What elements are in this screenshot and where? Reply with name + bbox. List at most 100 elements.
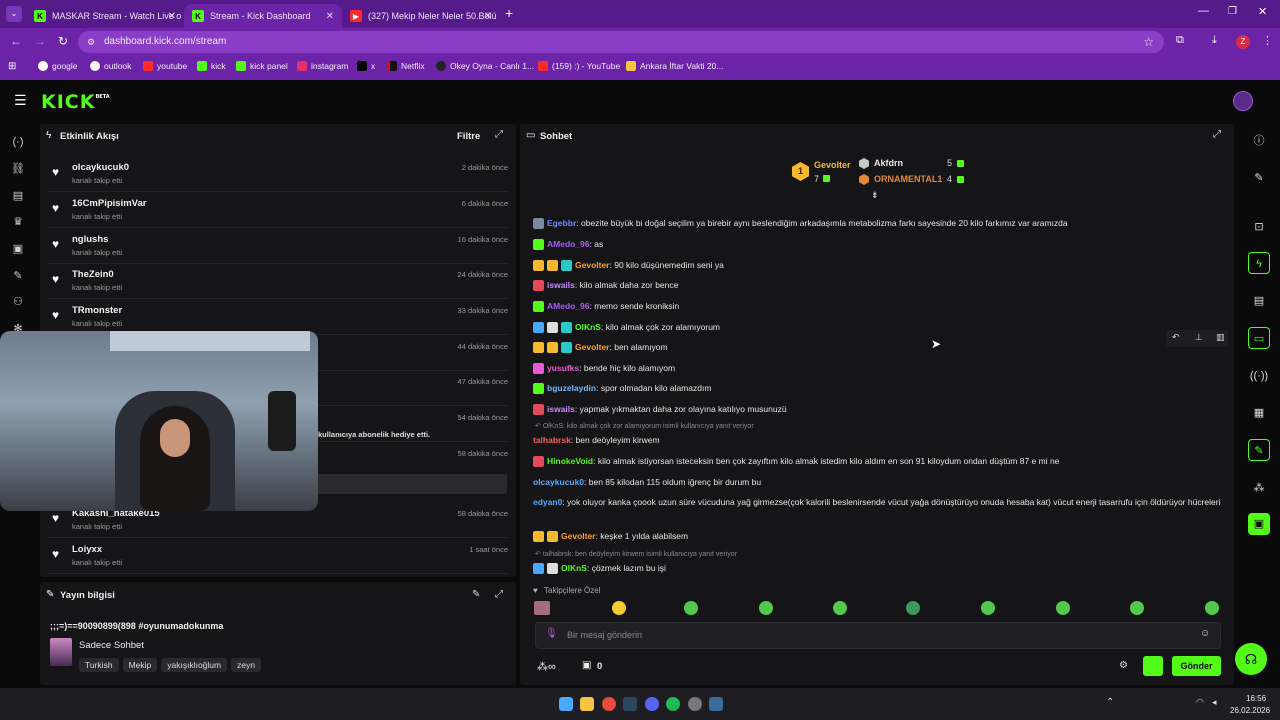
chat-message[interactable]: edyan0: yok oluyor kanka çoook uzun süre… xyxy=(533,495,1223,509)
activity-event[interactable]: ♥ 16CmPipisimVar kanalı takip etti 6 dakika… xyxy=(48,194,508,229)
bookmark-instagram[interactable]: instagram xyxy=(297,61,348,71)
download-icon[interactable]: ⤓ xyxy=(1212,34,1217,47)
emote-item[interactable] xyxy=(1205,601,1219,615)
emote-item[interactable] xyxy=(981,601,995,615)
chat-username[interactable]: AMedo_96 xyxy=(547,301,590,311)
clock-time[interactable]: 16:56 xyxy=(1246,694,1266,703)
start-icon[interactable] xyxy=(559,697,573,711)
filter-button[interactable]: Filtre xyxy=(457,131,480,142)
popout-icon[interactable]: ⤢ xyxy=(1213,129,1221,140)
analytics-icon[interactable]: ▤ xyxy=(10,188,26,204)
community-icon[interactable]: ⁂ xyxy=(1248,477,1270,499)
wifi-icon[interactable]: ◠ xyxy=(1196,697,1204,708)
emote-item[interactable] xyxy=(759,601,773,615)
event-username[interactable]: 16CmPipisimVar xyxy=(72,198,146,209)
category-name[interactable]: Sadece Sohbet xyxy=(79,640,144,651)
emote-item[interactable] xyxy=(612,601,626,615)
activity-event[interactable]: ♥ nglushs kanalı takip etti 16 dakika önce xyxy=(48,230,508,265)
discord-icon[interactable] xyxy=(645,697,659,711)
quick-actions-icon[interactable]: ϟ xyxy=(1248,252,1270,274)
pin-icon[interactable]: ⊥ xyxy=(1195,332,1203,343)
quick-emote-button[interactable] xyxy=(1143,656,1163,676)
extension-icon[interactable]: ▣ xyxy=(1248,513,1270,535)
chat-username[interactable]: HinokeVoid xyxy=(547,456,593,466)
bookmark-kick[interactable]: kick xyxy=(197,61,226,71)
chat-username[interactable]: Gevolter xyxy=(561,531,596,541)
emote-item[interactable] xyxy=(684,601,698,615)
send-button[interactable]: Gönder xyxy=(1172,656,1221,676)
emote-item[interactable] xyxy=(833,601,847,615)
leaderboard-third-name[interactable]: ORNAMENTAL1 xyxy=(874,174,942,184)
event-username[interactable]: Loiyxx xyxy=(72,544,102,555)
kick-logo[interactable]: KICKBETA xyxy=(41,91,110,113)
emote-item[interactable] xyxy=(1056,601,1070,615)
expand-leaderboard-icon[interactable]: ⇟ xyxy=(871,190,879,201)
chat-message[interactable]: AMedo_96: as xyxy=(533,237,1223,251)
emoji-icon[interactable]: ☺ xyxy=(1200,628,1210,639)
emote-avatar[interactable] xyxy=(534,601,550,615)
profile-avatar[interactable]: Z xyxy=(1236,35,1250,49)
chat-username[interactable]: OlKnS xyxy=(561,563,587,573)
video-icon[interactable]: ▣ xyxy=(10,241,26,257)
hamburger-menu-icon[interactable]: ☰ xyxy=(14,92,27,109)
link-icon[interactable]: ⛓ xyxy=(10,161,26,177)
microphone-icon[interactable]: 🎙 xyxy=(545,628,558,639)
chat-username[interactable]: iswails xyxy=(547,280,575,290)
chat-message[interactable]: iswails: yapmak yıkmaktan daha zor olayı… xyxy=(533,402,1223,416)
leaderboard-second-name[interactable]: Akfdrn xyxy=(874,158,903,168)
leaderboard-first-name[interactable]: Gevolter xyxy=(814,160,851,170)
support-button[interactable]: ☊ xyxy=(1235,643,1267,675)
event-username[interactable]: TRmonster xyxy=(72,305,122,316)
tag-item[interactable]: Turkish xyxy=(79,658,119,672)
apps-grid-icon[interactable]: ⊞ xyxy=(8,61,16,72)
minimize-button[interactable]: — xyxy=(1198,5,1209,17)
chat-message[interactable]: olcaykucuk0: ben 85 kilodan 115 oldum iğ… xyxy=(533,475,1223,489)
tag-item[interactable]: Mekip xyxy=(122,658,158,672)
chat-username[interactable]: Gevolter xyxy=(575,260,610,270)
chat-message[interactable]: HinokeVoid: kilo almak istiyorsan istece… xyxy=(533,454,1223,468)
broadcast-icon[interactable]: ((·)) xyxy=(1248,365,1270,387)
clock-date[interactable]: 26.02.2026 xyxy=(1230,706,1270,715)
tag-item[interactable]: zeyn xyxy=(231,658,262,672)
chat-settings-icon[interactable]: ⚙ xyxy=(1119,660,1128,671)
chat-username[interactable]: edyan0 xyxy=(533,497,562,507)
chrome-icon[interactable] xyxy=(602,697,616,711)
chat-message[interactable]: talhabrsk: ben deöyleyim kirwem xyxy=(533,433,1223,447)
site-info-icon[interactable]: ⚙ xyxy=(87,31,95,53)
bookmark-star-icon[interactable]: ☆ xyxy=(1143,31,1154,53)
chat-username[interactable]: Egebbr xyxy=(547,218,576,228)
app-icon[interactable] xyxy=(688,697,702,711)
user-avatar[interactable] xyxy=(1233,91,1253,111)
chat-message[interactable]: bguzelaydin: spor olmadan kilo alamazdım xyxy=(533,381,1223,395)
tools-icon[interactable]: ✎ xyxy=(10,268,26,284)
chat-username[interactable]: OlKnS xyxy=(575,322,601,332)
chat-username[interactable]: olcaykucuk0 xyxy=(533,477,584,487)
restore-button[interactable]: ❐ xyxy=(1228,6,1237,17)
new-tab-button[interactable]: + xyxy=(505,5,513,21)
volume-icon[interactable]: ◂ xyxy=(1212,697,1217,708)
emote-item[interactable] xyxy=(906,601,920,615)
chat-message[interactable]: OlKnS: çözmek lazım bu işi xyxy=(533,561,1223,575)
reply-icon[interactable]: ↶ xyxy=(1172,332,1180,343)
url-input[interactable]: ⚙ dashboard.kick.com/stream ☆ xyxy=(78,31,1164,53)
reload-icon[interactable]: ↻ xyxy=(58,34,68,48)
event-username[interactable]: nglushs xyxy=(72,234,108,245)
activity-event[interactable]: ♥ Loiyxx kanalı takip etti 1 saat önce xyxy=(48,540,508,575)
bookmark-outlook[interactable]: outlook xyxy=(90,61,131,71)
bookmark-ankara-iftar[interactable]: Ankara İftar Vakti 20... xyxy=(626,61,723,71)
chat-message[interactable]: Egebbr: obezite büyük bi doğal seçilim y… xyxy=(533,216,1223,230)
tab-search-button[interactable]: ⌄ xyxy=(6,6,22,22)
popout-icon[interactable]: ⤢ xyxy=(495,589,503,600)
back-icon[interactable]: ← xyxy=(10,34,22,48)
close-icon[interactable]: ✕ xyxy=(326,11,334,22)
chat-toggle-icon[interactable]: ▭ xyxy=(1248,327,1270,349)
chat-username[interactable]: yusufks xyxy=(547,363,579,373)
chat-username[interactable]: bguzelaydin xyxy=(547,383,596,393)
close-icon[interactable]: ✕ xyxy=(168,11,176,22)
event-username[interactable]: olcaykucuk0 xyxy=(72,162,129,173)
edit-icon[interactable]: ✎ xyxy=(1248,167,1270,189)
chat-message[interactable]: OlKnS: kilo almak çok zor alamıyorum xyxy=(533,320,1223,334)
forward-icon[interactable]: → xyxy=(34,34,46,48)
chat-username[interactable]: Gevolter xyxy=(575,342,610,352)
chat-message[interactable]: yusufks: bende hiç kilo alamıyom xyxy=(533,361,1223,375)
